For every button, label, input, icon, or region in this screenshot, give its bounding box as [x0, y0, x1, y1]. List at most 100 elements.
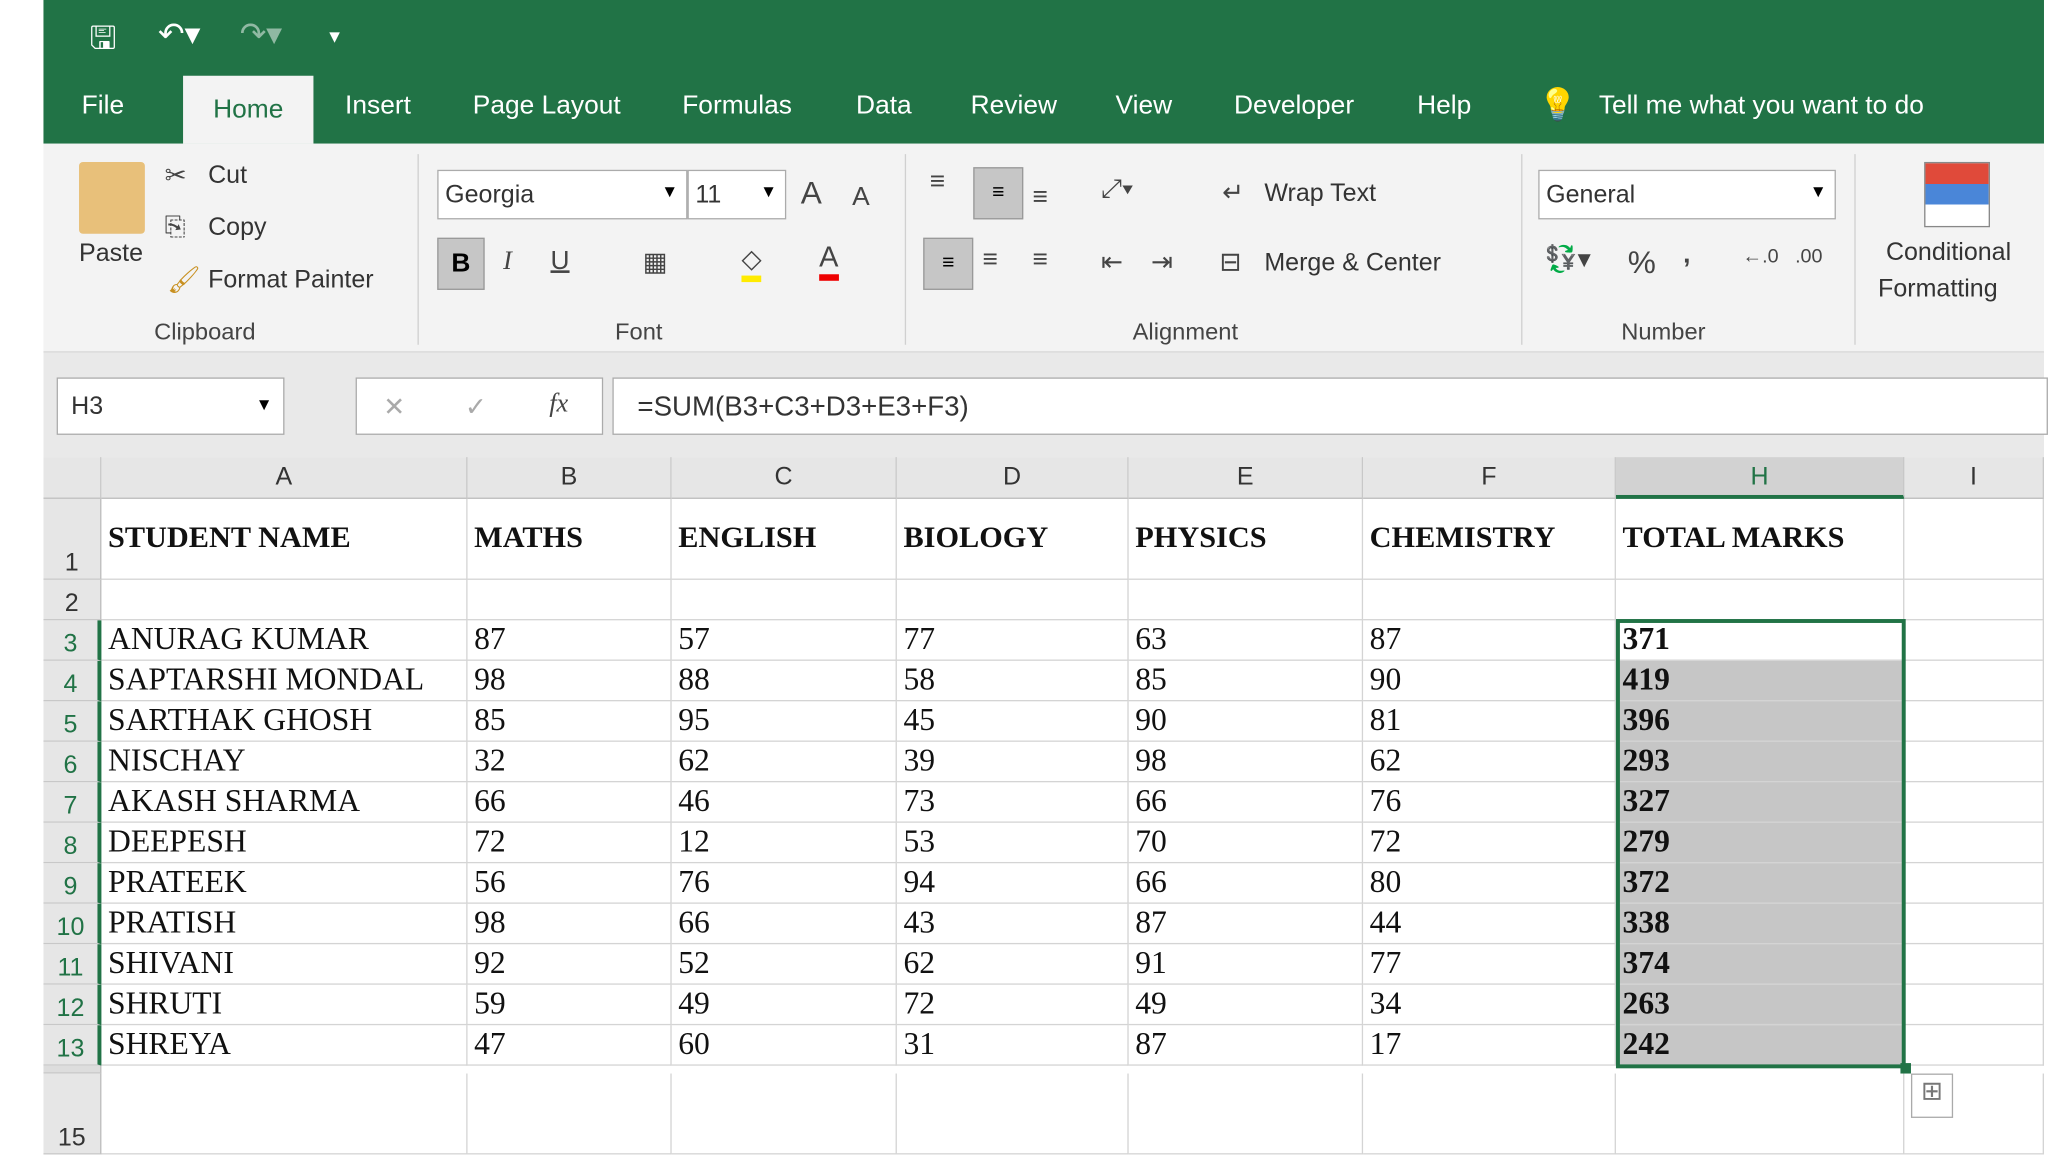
cell[interactable]: 44 — [1363, 904, 1616, 944]
cell[interactable]: 98 — [1129, 742, 1363, 782]
tab-data[interactable]: Data — [856, 91, 912, 121]
cell[interactable]: 77 — [897, 620, 1129, 660]
total-cell[interactable]: 327 — [1616, 782, 1904, 822]
cell[interactable] — [1616, 580, 1904, 620]
cell[interactable] — [1129, 1074, 1363, 1155]
cell[interactable]: 76 — [672, 863, 897, 903]
cut-button[interactable]: Cut — [208, 162, 247, 191]
cell[interactable] — [897, 580, 1129, 620]
align-middle-icon[interactable]: ≡ — [973, 167, 1023, 219]
paste-icon[interactable] — [79, 162, 145, 234]
cell[interactable] — [101, 580, 467, 620]
cell[interactable] — [1904, 985, 2044, 1025]
cell[interactable]: 49 — [1129, 985, 1363, 1025]
align-top-icon[interactable]: ≡ — [930, 167, 945, 197]
total-cell[interactable]: 279 — [1616, 823, 1904, 863]
align-bottom-icon[interactable]: ≡ — [1033, 183, 1048, 213]
cell[interactable]: 63 — [1129, 620, 1363, 660]
cell[interactable] — [101, 1074, 467, 1155]
copy-button[interactable]: Copy — [208, 214, 266, 243]
column-header-i[interactable]: I — [1904, 457, 2044, 499]
cell[interactable]: ENGLISH — [672, 499, 897, 580]
row-header-13[interactable]: 13 — [43, 1025, 101, 1065]
cell[interactable]: MATHS — [468, 499, 672, 580]
cell[interactable]: 77 — [1363, 944, 1616, 984]
column-header-h[interactable]: H — [1616, 457, 1904, 499]
cell[interactable]: PHYSICS — [1129, 499, 1363, 580]
cell[interactable]: SHREYA — [101, 1025, 467, 1065]
cell[interactable]: PRATISH — [101, 904, 467, 944]
number-format-select[interactable]: General▼ — [1538, 170, 1836, 220]
total-cell[interactable]: 338 — [1616, 904, 1904, 944]
total-cell[interactable]: 371 — [1616, 620, 1904, 660]
borders-icon[interactable]: ▦ — [643, 246, 668, 279]
column-header-b[interactable]: B — [468, 457, 672, 499]
cell[interactable]: CHEMISTRY — [1363, 499, 1616, 580]
cell[interactable]: 95 — [672, 701, 897, 741]
cell[interactable] — [1904, 823, 2044, 863]
decrease-font-icon[interactable]: A — [852, 183, 870, 213]
cell[interactable] — [1363, 1074, 1616, 1155]
row-header-5[interactable]: 5 — [43, 701, 101, 741]
cell[interactable] — [1904, 904, 2044, 944]
decrease-indent-icon[interactable]: ⇤ — [1101, 246, 1123, 279]
cell[interactable]: 98 — [468, 904, 672, 944]
cell[interactable] — [897, 1074, 1129, 1155]
cell[interactable] — [1363, 580, 1616, 620]
select-all-corner[interactable] — [43, 457, 101, 499]
cell[interactable]: 90 — [1129, 701, 1363, 741]
cell[interactable]: PRATEEK — [101, 863, 467, 903]
column-header-f[interactable]: F — [1363, 457, 1616, 499]
italic-button[interactable]: I — [503, 247, 512, 277]
row-header-6[interactable]: 6 — [43, 742, 101, 782]
cell[interactable]: 62 — [672, 742, 897, 782]
cell[interactable]: 66 — [1129, 782, 1363, 822]
cell[interactable]: SAPTARSHI MONDAL — [101, 661, 467, 701]
cell[interactable]: 87 — [1363, 620, 1616, 660]
cell[interactable]: 34 — [1363, 985, 1616, 1025]
enter-icon[interactable]: ✓ — [465, 390, 487, 423]
cell[interactable]: 88 — [672, 661, 897, 701]
cell[interactable]: 98 — [468, 661, 672, 701]
cell[interactable]: 49 — [672, 985, 897, 1025]
tab-review[interactable]: Review — [971, 91, 1057, 121]
fill-color-icon[interactable]: ◇ — [741, 243, 761, 282]
cell[interactable]: 53 — [897, 823, 1129, 863]
font-color-icon[interactable]: A — [819, 240, 838, 280]
cell[interactable]: ANURAG KUMAR — [101, 620, 467, 660]
cell[interactable]: 56 — [468, 863, 672, 903]
cell[interactable]: 32 — [468, 742, 672, 782]
cell[interactable]: 17 — [1363, 1025, 1616, 1065]
orientation-icon[interactable]: ⤢▾ — [1101, 175, 1133, 205]
cell[interactable] — [1904, 580, 2044, 620]
cell[interactable]: 72 — [1363, 823, 1616, 863]
total-cell[interactable]: 372 — [1616, 863, 1904, 903]
save-icon[interactable]: 🖫 — [90, 16, 117, 70]
cell[interactable]: 90 — [1363, 661, 1616, 701]
cell[interactable]: 87 — [1129, 1025, 1363, 1065]
row-header-15[interactable]: 15 — [43, 1074, 101, 1155]
cell[interactable] — [1904, 1025, 2044, 1065]
cell[interactable] — [1904, 620, 2044, 660]
tab-formulas[interactable]: Formulas — [682, 91, 792, 121]
quick-analysis-icon[interactable]: ⊞ — [1911, 1074, 1953, 1118]
tab-insert[interactable]: Insert — [345, 91, 411, 121]
decrease-decimal-icon[interactable]: .00 — [1795, 246, 1822, 268]
cell[interactable]: 70 — [1129, 823, 1363, 863]
cell[interactable]: SHRUTI — [101, 985, 467, 1025]
font-size-select[interactable]: 11▼ — [687, 170, 786, 220]
cell[interactable]: 39 — [897, 742, 1129, 782]
row-header-11[interactable]: 11 — [43, 944, 101, 984]
cell[interactable]: 62 — [897, 944, 1129, 984]
total-cell[interactable]: 419 — [1616, 661, 1904, 701]
cell[interactable] — [1616, 1074, 1904, 1155]
cell[interactable]: SHIVANI — [101, 944, 467, 984]
cell[interactable]: 62 — [1363, 742, 1616, 782]
cell[interactable] — [468, 580, 672, 620]
row-header-4[interactable]: 4 — [43, 661, 101, 701]
cell[interactable] — [1904, 944, 2044, 984]
cell[interactable]: TOTAL MARKS — [1616, 499, 1904, 580]
cell[interactable]: AKASH SHARMA — [101, 782, 467, 822]
tab-page-layout[interactable]: Page Layout — [473, 91, 621, 121]
cell[interactable] — [672, 580, 897, 620]
